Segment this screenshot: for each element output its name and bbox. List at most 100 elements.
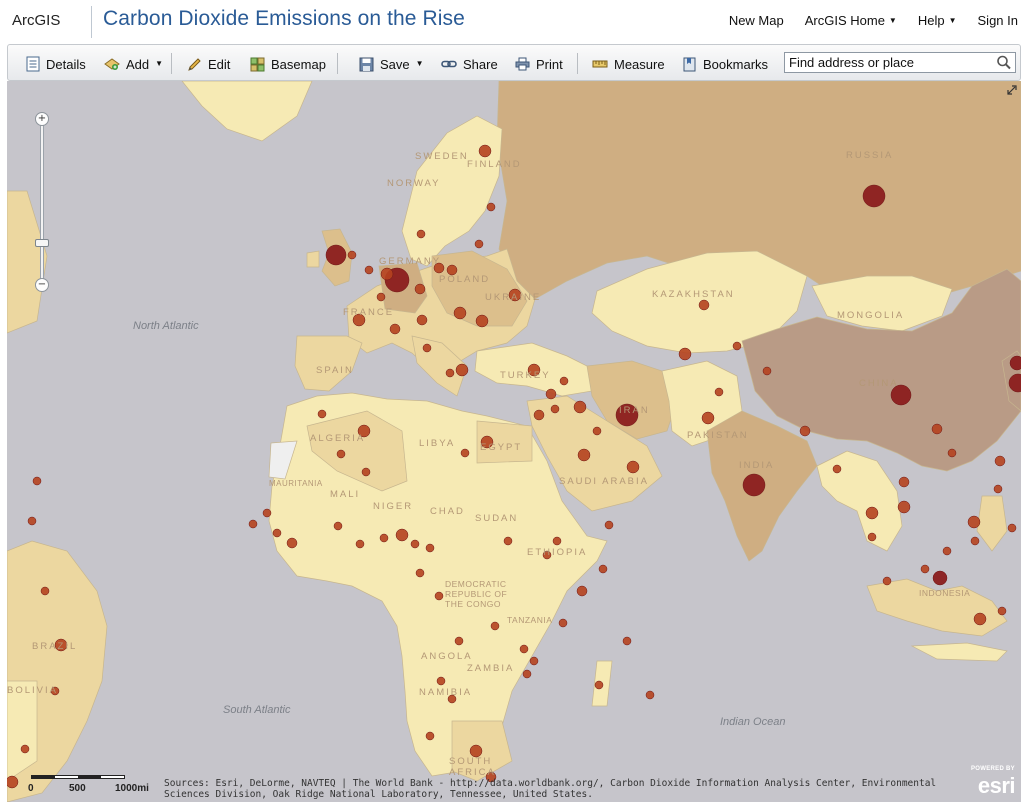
co2-emission-symbol[interactable] — [742, 473, 766, 497]
co2-emission-symbol[interactable] — [414, 283, 426, 295]
map-view[interactable]: SWEDEN FINLAND NORWAY RUSSIA GERMANY POL… — [7, 81, 1021, 802]
co2-emission-symbol[interactable] — [40, 586, 50, 596]
co2-emission-symbol[interactable] — [248, 519, 258, 529]
co2-emission-symbol[interactable] — [425, 731, 435, 741]
help-menu[interactable]: Help ▼ — [918, 13, 957, 28]
save-button[interactable]: Save ▼ — [359, 55, 424, 73]
co2-emission-symbol[interactable] — [32, 476, 42, 486]
co2-emission-symbol[interactable] — [20, 744, 30, 754]
co2-emission-symbol[interactable] — [920, 564, 930, 574]
co2-emission-symbol[interactable] — [27, 516, 37, 526]
co2-emission-symbol[interactable] — [395, 528, 409, 542]
co2-emission-symbol[interactable] — [932, 570, 948, 586]
co2-emission-symbol[interactable] — [416, 314, 428, 326]
co2-emission-symbol[interactable] — [598, 564, 608, 574]
co2-emission-symbol[interactable] — [410, 539, 420, 549]
co2-emission-symbol[interactable] — [592, 426, 602, 436]
co2-emission-symbol[interactable] — [550, 404, 560, 414]
co2-emission-symbol[interactable] — [626, 460, 640, 474]
co2-emission-symbol[interactable] — [973, 612, 987, 626]
co2-emission-symbol[interactable] — [942, 546, 952, 556]
co2-emission-symbol[interactable] — [478, 144, 492, 158]
co2-emission-symbol[interactable] — [389, 323, 401, 335]
co2-emission-symbol[interactable] — [762, 366, 772, 376]
search-icon[interactable] — [995, 54, 1013, 71]
co2-emission-symbol[interactable] — [379, 533, 389, 543]
co2-emission-symbol[interactable] — [594, 680, 604, 690]
co2-emission-symbol[interactable] — [336, 449, 346, 459]
co2-emission-symbol[interactable] — [7, 775, 19, 789]
co2-emission-symbol[interactable] — [475, 314, 489, 328]
co2-emission-symbol[interactable] — [325, 244, 347, 266]
co2-emission-symbol[interactable] — [380, 267, 394, 281]
co2-emission-symbol[interactable] — [558, 618, 568, 628]
add-button[interactable]: Add ▼ — [104, 55, 163, 73]
details-button[interactable]: Details — [26, 55, 86, 73]
co2-emission-symbol[interactable] — [522, 669, 532, 679]
co2-emission-symbol[interactable] — [454, 636, 464, 646]
zoom-track[interactable] — [40, 118, 44, 284]
co2-emission-symbol[interactable] — [545, 388, 557, 400]
co2-emission-symbol[interactable] — [604, 520, 614, 530]
co2-emission-symbol[interactable] — [415, 568, 425, 578]
co2-emission-symbol[interactable] — [997, 606, 1007, 616]
print-button[interactable]: Print — [515, 55, 563, 73]
bookmarks-button[interactable]: Bookmarks — [682, 55, 768, 73]
co2-emission-symbol[interactable] — [573, 400, 587, 414]
co2-emission-symbol[interactable] — [286, 537, 298, 549]
co2-emission-symbol[interactable] — [552, 536, 562, 546]
co2-emission-symbol[interactable] — [503, 536, 513, 546]
co2-emission-symbol[interactable] — [425, 543, 435, 553]
arcgis-brand[interactable]: ArcGIS — [12, 12, 60, 29]
co2-emission-symbol[interactable] — [698, 299, 710, 311]
esri-logo[interactable]: POWERED BY esri — [963, 764, 1017, 798]
co2-emission-symbol[interactable] — [434, 591, 444, 601]
co2-emission-symbol[interactable] — [445, 368, 455, 378]
expand-arrow-icon[interactable] — [1007, 85, 1017, 95]
co2-emission-symbol[interactable] — [317, 409, 327, 419]
co2-emission-symbol[interactable] — [897, 500, 911, 514]
co2-emission-symbol[interactable] — [453, 306, 467, 320]
co2-emission-symbol[interactable] — [993, 484, 1003, 494]
co2-emission-symbol[interactable] — [832, 464, 842, 474]
co2-emission-symbol[interactable] — [529, 656, 539, 666]
share-button[interactable]: Share — [441, 55, 498, 73]
co2-emission-symbol[interactable] — [422, 343, 432, 353]
co2-emission-symbol[interactable] — [460, 448, 470, 458]
co2-emission-symbol[interactable] — [882, 576, 892, 586]
co2-emission-symbol[interactable] — [967, 515, 981, 529]
co2-emission-symbol[interactable] — [622, 636, 632, 646]
co2-emission-symbol[interactable] — [865, 506, 879, 520]
co2-emission-symbol[interactable] — [272, 528, 282, 538]
co2-emission-symbol[interactable] — [559, 376, 569, 386]
co2-emission-symbol[interactable] — [355, 539, 365, 549]
co2-emission-symbol[interactable] — [994, 455, 1006, 467]
edit-button[interactable]: Edit — [187, 55, 230, 73]
co2-emission-symbol[interactable] — [799, 425, 811, 437]
co2-emission-symbol[interactable] — [436, 676, 446, 686]
co2-emission-symbol[interactable] — [490, 621, 500, 631]
co2-emission-symbol[interactable] — [1007, 523, 1017, 533]
co2-emission-symbol[interactable] — [416, 229, 426, 239]
zoom-slider[interactable]: + − — [35, 112, 49, 292]
measure-button[interactable]: Measure — [592, 55, 665, 73]
zoom-handle[interactable] — [35, 239, 49, 247]
co2-emission-symbol[interactable] — [862, 184, 886, 208]
search-input[interactable] — [787, 54, 991, 71]
zoom-out-button[interactable]: − — [35, 278, 49, 292]
co2-emission-symbol[interactable] — [701, 411, 715, 425]
co2-emission-symbol[interactable] — [714, 387, 724, 397]
co2-emission-symbol[interactable] — [645, 690, 655, 700]
co2-emission-symbol[interactable] — [732, 341, 742, 351]
co2-emission-symbol[interactable] — [262, 508, 272, 518]
basemap-button[interactable]: Basemap — [250, 55, 326, 73]
co2-emission-symbol[interactable] — [947, 448, 957, 458]
co2-emission-symbol[interactable] — [519, 644, 529, 654]
co2-emission-symbol[interactable] — [678, 347, 692, 361]
co2-emission-symbol[interactable] — [486, 202, 496, 212]
co2-emission-symbol[interactable] — [361, 467, 371, 477]
co2-emission-symbol[interactable] — [577, 448, 591, 462]
sign-in-link[interactable]: Sign In — [978, 13, 1018, 28]
co2-emission-symbol[interactable] — [867, 532, 877, 542]
co2-emission-symbol[interactable] — [347, 250, 357, 260]
